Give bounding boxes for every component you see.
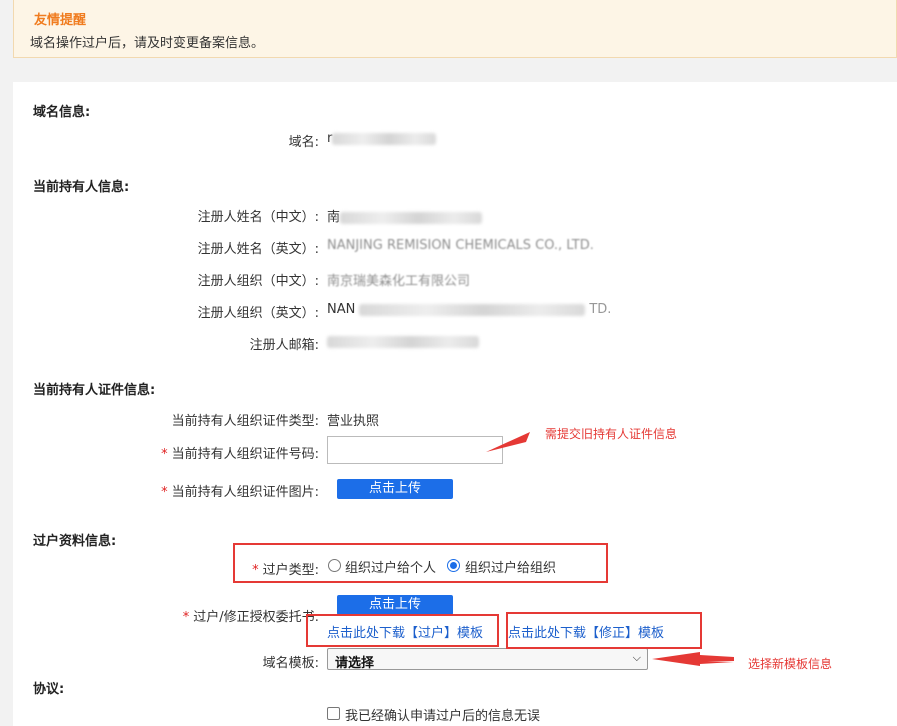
annotation-arrows bbox=[486, 432, 734, 666]
arrow-cert-note bbox=[486, 432, 530, 452]
annotation-template-note: 选择新模板信息 bbox=[748, 657, 833, 671]
annotation-cert-note: 需提交旧持有人证件信息 bbox=[545, 427, 678, 441]
